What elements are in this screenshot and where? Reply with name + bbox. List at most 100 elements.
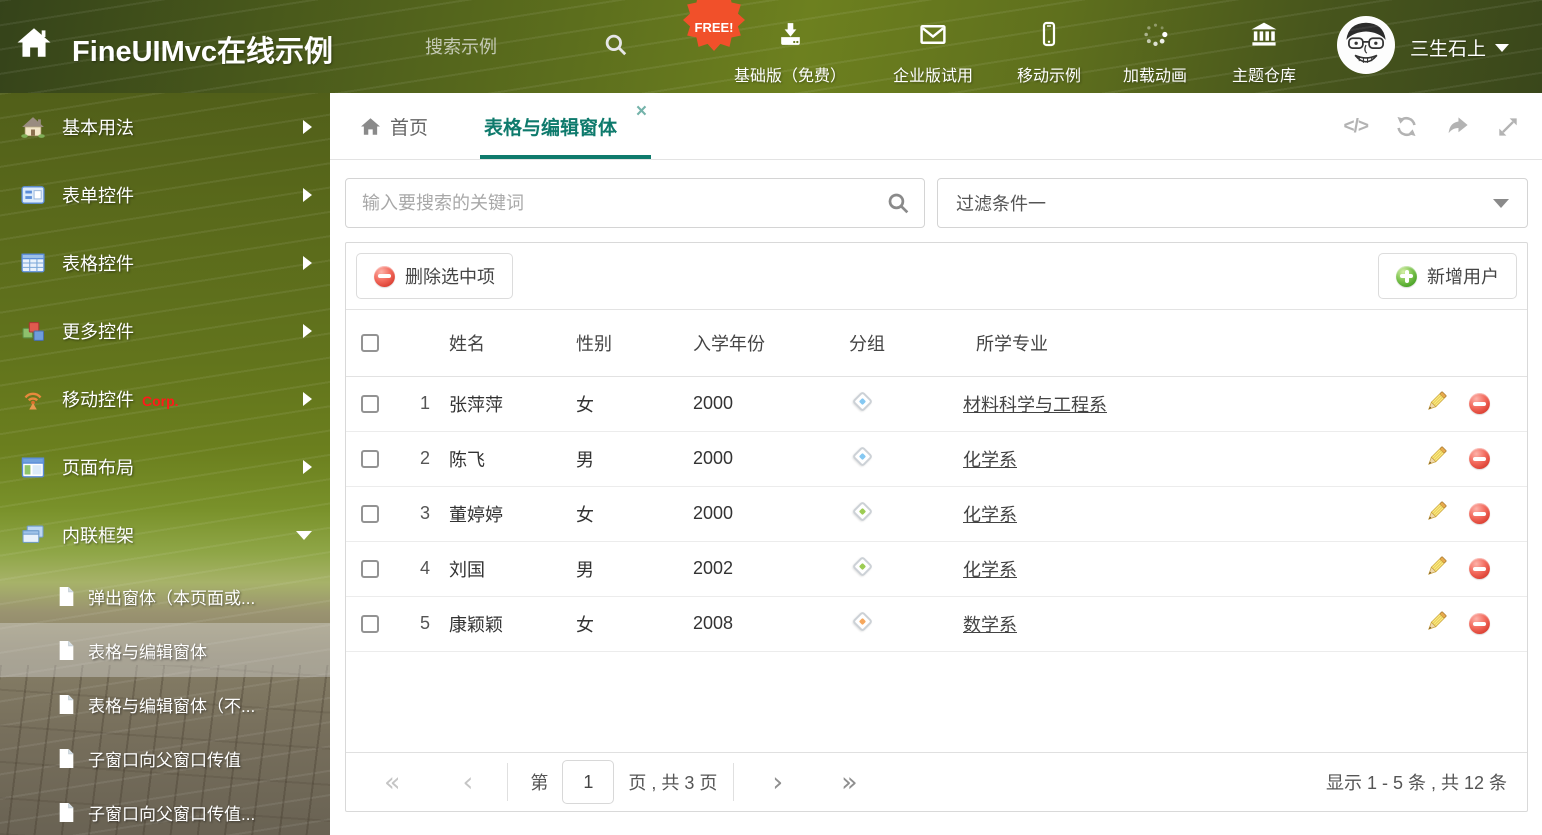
share-icon[interactable] — [1445, 114, 1470, 139]
nav-label: 主题仓库 — [1231, 68, 1297, 85]
cell-year: 2000 — [693, 431, 849, 487]
row-checkbox[interactable] — [361, 449, 379, 468]
prev-page-button[interactable]: ‹ — [463, 769, 474, 796]
corp-badge: Corp. — [142, 393, 179, 409]
edit-pencil-icon[interactable] — [1425, 610, 1448, 638]
header-search-icon[interactable] — [603, 32, 629, 63]
grid-toolbar: 删除选中项 新增用户 — [346, 243, 1527, 310]
cell-name: 张萍萍 — [432, 376, 576, 432]
header-search-input[interactable] — [425, 30, 597, 64]
page-number-input[interactable] — [562, 760, 615, 804]
col-header-gender[interactable]: 性别 — [576, 310, 693, 377]
minus-circle-icon — [374, 265, 395, 287]
cell-gender: 女 — [576, 596, 693, 652]
page-icon — [56, 694, 76, 715]
col-header-name[interactable]: 姓名 — [432, 310, 576, 377]
sidebar-item-page-layout[interactable]: 页面布局 — [0, 433, 330, 501]
keyword-search-input[interactable] — [345, 178, 925, 228]
sidebar-subitem-popup-window[interactable]: 弹出窗体（本页面或... — [0, 569, 330, 623]
tag-icon — [851, 445, 874, 468]
filter-dropdown[interactable]: 过滤条件一 — [937, 178, 1528, 228]
col-header-group[interactable]: 分组 — [849, 310, 963, 377]
username: 三生石上 — [1410, 39, 1487, 60]
refresh-icon[interactable] — [1394, 114, 1419, 139]
first-page-button[interactable]: « — [384, 769, 401, 796]
col-header-major[interactable]: 所学专业 — [963, 310, 1425, 377]
edit-pencil-icon[interactable] — [1425, 445, 1448, 473]
expand-icon[interactable] — [1496, 115, 1520, 139]
sidebar-item-mobile-controls[interactable]: 移动控件 Corp. — [0, 365, 330, 433]
nav-label: 加载动画 — [1122, 68, 1188, 85]
nav-label: 基础版（免费） — [733, 68, 847, 85]
bank-icon — [1249, 20, 1279, 54]
app-title: FineUIMvc在线示例 — [72, 36, 334, 68]
user-avatar[interactable] — [1337, 16, 1395, 74]
sidebar-item-label: 移动控件 — [62, 390, 134, 410]
users-table: 姓名 性别 入学年份 分组 所学专业 1 张萍萍 女 2000 材料科学与工程系… — [346, 310, 1527, 652]
delete-row-icon[interactable] — [1469, 558, 1490, 580]
main-content: 首页 表格与编辑窗体 × </> 输入要搜索的关键词 过滤条件一 删除选中项 新… — [330, 93, 1542, 835]
sidebar-subitem-child-to-parent-2[interactable]: 子窗口向父窗口传值... — [0, 785, 330, 835]
sidebar-subitem-child-to-parent[interactable]: 子窗口向父窗口传值 — [0, 731, 330, 785]
sidebar-item-label: 表单控件 — [62, 186, 134, 206]
select-all-checkbox[interactable] — [361, 333, 379, 352]
major-link[interactable]: 化学系 — [963, 505, 1017, 525]
nav-theme-store[interactable]: 主题仓库 — [1232, 20, 1296, 86]
major-link[interactable]: 化学系 — [963, 560, 1017, 580]
edit-pencil-icon[interactable] — [1425, 500, 1448, 528]
major-link[interactable]: 材料科学与工程系 — [963, 395, 1107, 415]
row-checkbox[interactable] — [361, 614, 379, 633]
delete-selected-button[interactable]: 删除选中项 — [356, 253, 513, 299]
download-icon — [775, 20, 804, 54]
cell-name: 陈飞 — [432, 431, 576, 487]
row-checkbox[interactable] — [361, 394, 379, 413]
nav-basic-edition[interactable]: 基础版（免费） — [734, 20, 846, 86]
sidebar-item-form-controls[interactable]: 表单控件 — [0, 161, 330, 229]
chevron-down-icon — [1493, 198, 1509, 208]
chevron-down-icon — [1495, 43, 1510, 52]
sidebar-subitem-grid-edit-window-2[interactable]: 表格与编辑窗体（不... — [0, 677, 330, 731]
last-page-button[interactable]: » — [841, 769, 858, 796]
delete-row-icon[interactable] — [1469, 448, 1490, 470]
antenna-icon — [20, 388, 46, 410]
nav-enterprise-trial[interactable]: 企业版试用 — [893, 20, 973, 86]
cubes-icon — [20, 321, 46, 342]
cell-name: 董婷婷 — [432, 486, 576, 542]
sidebar-item-basic-usage[interactable]: 基本用法 — [0, 93, 330, 161]
nav-mobile-demo[interactable]: 移动示例 — [1017, 20, 1081, 86]
col-header-year[interactable]: 入学年份 — [693, 310, 849, 377]
major-link[interactable]: 数学系 — [963, 615, 1017, 635]
nav-label: 移动示例 — [1016, 68, 1082, 85]
row-checkbox[interactable] — [361, 559, 379, 578]
sidebar-item-label: 内联框架 — [62, 526, 134, 546]
edit-pencil-icon[interactable] — [1425, 555, 1448, 583]
user-menu[interactable]: 三生石上 — [1410, 34, 1510, 61]
page-icon — [56, 748, 76, 769]
tag-icon — [851, 555, 874, 578]
nav-label: 企业版试用 — [892, 68, 974, 85]
delete-row-icon[interactable] — [1469, 503, 1490, 525]
tab-home[interactable]: 首页 — [360, 93, 428, 159]
add-user-button[interactable]: 新增用户 — [1378, 253, 1517, 299]
home-logo-icon[interactable] — [16, 26, 52, 64]
major-link[interactable]: 化学系 — [963, 450, 1017, 470]
sidebar-item-label: 表格控件 — [62, 254, 134, 274]
sidebar-item-iframe[interactable]: 内联框架 — [0, 501, 330, 569]
tab-label: 首页 — [390, 117, 429, 139]
app-window: FineUIMvc在线示例 FREE! 基础版（免费） 企业版试用 移动示例 — [0, 0, 1542, 835]
source-code-icon[interactable]: </> — [1344, 116, 1370, 138]
nav-loading-animation[interactable]: 加载动画 — [1123, 20, 1187, 86]
delete-row-icon[interactable] — [1469, 393, 1490, 415]
sidebar-item-grid-controls[interactable]: 表格控件 — [0, 229, 330, 297]
edit-pencil-icon[interactable] — [1425, 390, 1448, 418]
sidebar-item-more-controls[interactable]: 更多控件 — [0, 297, 330, 365]
row-checkbox[interactable] — [361, 504, 379, 523]
next-page-button[interactable]: › — [772, 769, 783, 796]
page-icon — [56, 586, 76, 607]
close-icon[interactable]: × — [636, 102, 647, 121]
sidebar-subitem-grid-edit-window[interactable]: 表格与编辑窗体 — [0, 623, 330, 677]
delete-row-icon[interactable] — [1469, 613, 1490, 635]
search-icon[interactable] — [886, 191, 911, 221]
chevron-right-icon — [303, 460, 312, 474]
tab-grid-edit-window[interactable]: 表格与编辑窗体 × — [480, 93, 652, 159]
